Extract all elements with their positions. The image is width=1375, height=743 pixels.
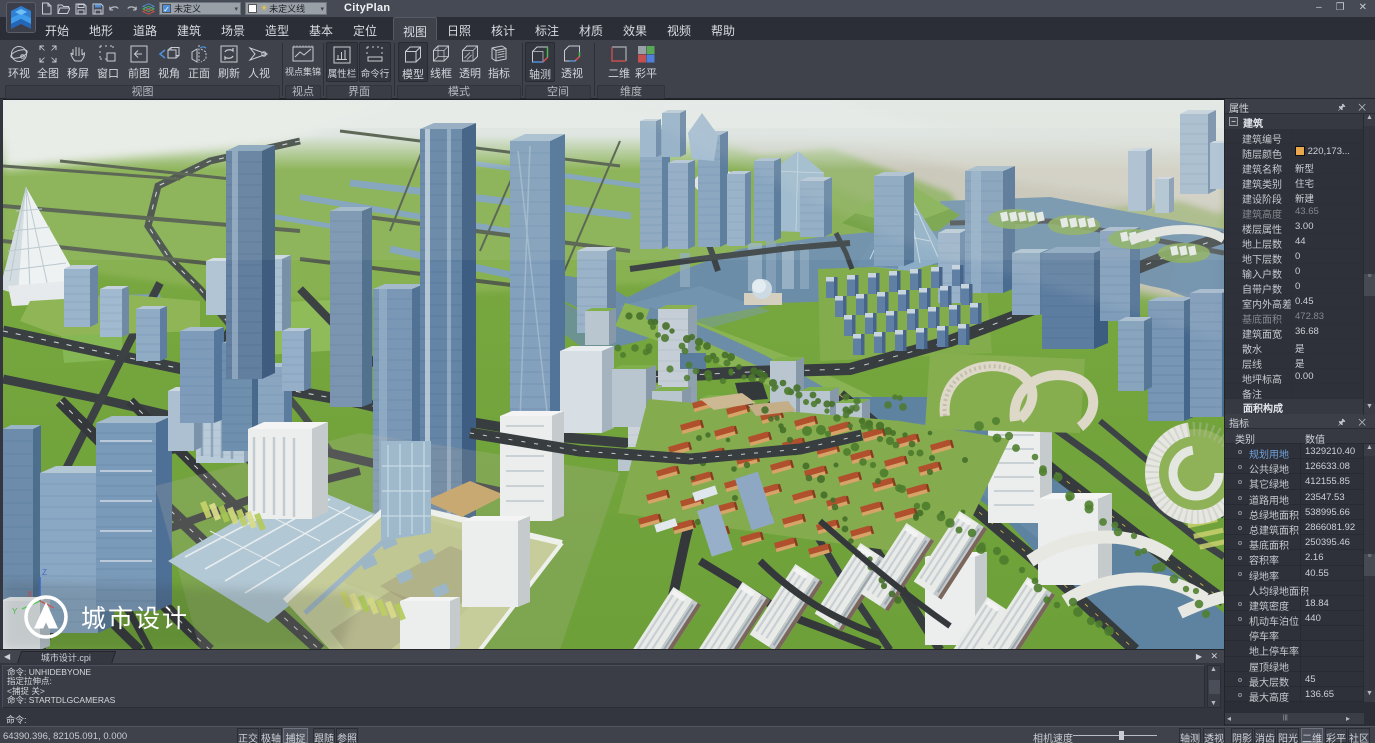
svg-text:Z: Z bbox=[42, 568, 47, 577]
svg-text:Y: Y bbox=[12, 607, 18, 616]
